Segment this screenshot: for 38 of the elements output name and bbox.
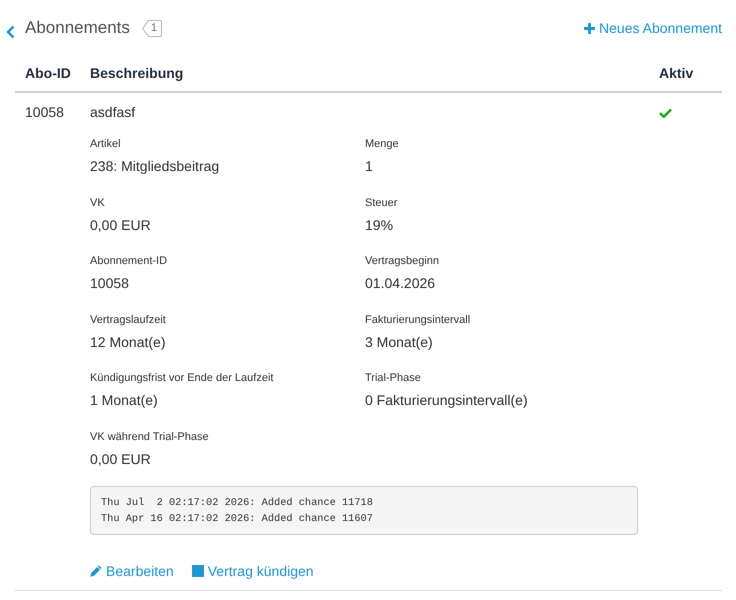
field-label: Trial-Phase bbox=[365, 371, 421, 385]
field-label: VK während Trial-Phase bbox=[90, 430, 209, 444]
field-value: 3 Monat(e) bbox=[365, 332, 433, 350]
field-value: 12 Monat(e) bbox=[90, 332, 166, 350]
column-header: Beschreibung bbox=[89, 64, 184, 82]
plus-icon bbox=[584, 22, 596, 34]
log-line: Thu Jul 2 02:17:02 2026: Added chance 11718 bbox=[101, 496, 374, 510]
square-icon bbox=[192, 564, 204, 576]
field-label: Vertragsbeginn bbox=[365, 254, 439, 268]
field-label: Kündigungsfrist vor Ende der Laufzeit bbox=[90, 371, 274, 385]
field-value: 10058 bbox=[90, 274, 129, 292]
new-subscription-link[interactable]: Neues Abonnement bbox=[584, 19, 722, 37]
field-label: Vertragslaufzeit bbox=[90, 312, 166, 326]
chevron-left-icon[interactable] bbox=[6, 25, 15, 39]
cancel-contract-link[interactable]: Vertrag kündigen bbox=[192, 562, 314, 580]
edit-link[interactable]: Bearbeiten bbox=[90, 562, 174, 580]
field-label: Abonnement-ID bbox=[90, 254, 168, 268]
table-cell: asdfasf bbox=[90, 103, 136, 121]
field-label: Artikel bbox=[90, 137, 121, 151]
field-label: Steuer bbox=[365, 196, 398, 210]
column-header: Abo-ID bbox=[24, 64, 72, 82]
table-cell-text: 10058 bbox=[24, 103, 65, 121]
field-value: 19% bbox=[365, 216, 394, 234]
field-value: 01.04.2026 bbox=[365, 274, 436, 292]
field-value: 238: Mitgliedsbeitrag bbox=[90, 157, 220, 175]
field-value: 1 bbox=[365, 157, 373, 175]
page-title: Abonnements bbox=[25, 18, 130, 38]
pencil-icon bbox=[90, 564, 102, 576]
field-value: 0 Fakturierungsintervall(e) bbox=[365, 391, 528, 409]
log-line: Thu Apr 16 02:17:02 2026: Added chance 11607 bbox=[101, 512, 374, 526]
field-label: VK bbox=[90, 196, 105, 210]
column-header: Aktiv bbox=[658, 64, 694, 82]
field-value: 1 Monat(e) bbox=[90, 391, 158, 409]
field-value: 0,00 EUR bbox=[90, 450, 151, 468]
field-label: Fakturierungsintervall bbox=[365, 312, 470, 326]
count-badge: 1 bbox=[142, 20, 162, 36]
field-label: Menge bbox=[365, 137, 399, 151]
field-value: 0,00 EUR bbox=[90, 216, 151, 234]
